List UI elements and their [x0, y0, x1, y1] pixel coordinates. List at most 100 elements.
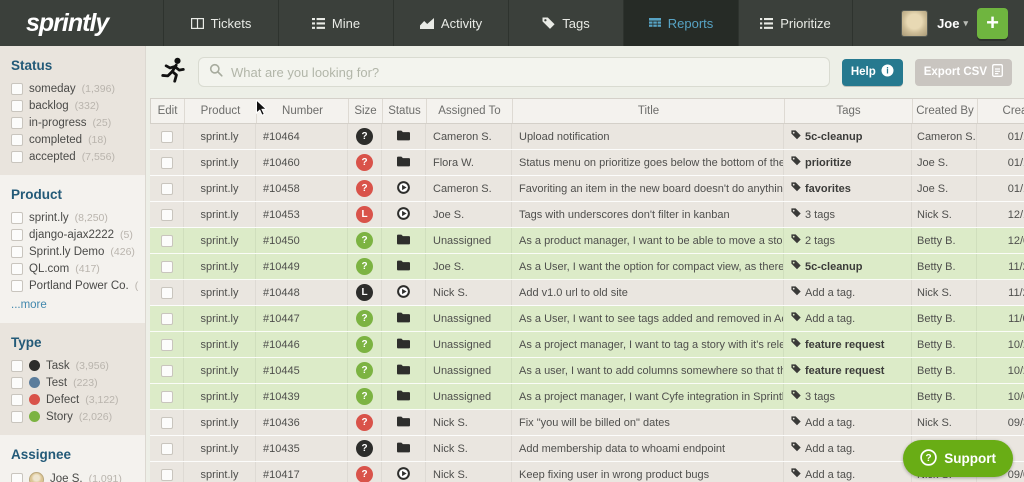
checkbox[interactable] [11, 228, 23, 241]
row-checkbox[interactable] [160, 416, 173, 429]
row-checkbox[interactable] [160, 338, 173, 351]
table-row[interactable]: sprint.ly #10460? Flora W. Status menu on p… [150, 150, 1024, 176]
tab-reports[interactable]: Reports [623, 0, 738, 46]
checkbox[interactable] [11, 410, 23, 423]
status-backlog-folder-icon[interactable] [397, 312, 410, 326]
cell-number[interactable]: #10464 [256, 124, 348, 149]
cell-number[interactable]: #10439 [256, 384, 348, 409]
checkbox[interactable] [11, 99, 23, 112]
status-backlog-folder-icon[interactable] [397, 390, 410, 404]
status-backlog-folder-icon[interactable] [397, 416, 410, 430]
filter-item[interactable]: backlog (332) [11, 97, 139, 114]
cell-title[interactable]: As a User, I want the option for compact… [512, 254, 784, 279]
user-menu[interactable]: Joe ▾ [937, 16, 968, 31]
search-input[interactable] [231, 64, 819, 80]
size-badge[interactable]: ? [356, 180, 373, 197]
column-header[interactable]: Status [383, 99, 427, 123]
cell-title[interactable]: Fix "you will be billed on" dates [512, 410, 784, 435]
column-header[interactable]: Tags [785, 99, 913, 123]
cell-number[interactable]: #10435 [256, 436, 348, 461]
cell-title[interactable]: As a user, I want to add columns somewhe… [512, 358, 784, 383]
size-badge[interactable]: ? [356, 440, 373, 457]
cell-tag[interactable]: 3 tags [805, 391, 835, 403]
add-item-button[interactable]: + [977, 7, 1008, 39]
cell-tag[interactable]: Add a tag. [805, 443, 855, 455]
column-header[interactable]: Number [257, 99, 349, 123]
checkbox[interactable] [11, 359, 23, 372]
cell-title[interactable]: Upload notification [512, 124, 784, 149]
cell-title[interactable]: Status menu on prioritize goes below the… [512, 150, 784, 175]
cell-tag[interactable]: prioritize [805, 157, 851, 169]
checkbox[interactable] [11, 82, 23, 95]
cell-title[interactable]: Add v1.0 url to old site [512, 280, 784, 305]
cell-title[interactable]: As a User, I want to see tags added and … [512, 306, 784, 331]
column-header[interactable]: Created By [913, 99, 978, 123]
status-backlog-folder-icon[interactable] [397, 234, 410, 248]
cell-title[interactable]: As a project manager, I want Cyfe integr… [512, 384, 784, 409]
cell-tag[interactable]: favorites [805, 183, 851, 195]
cell-title[interactable]: As a product manager, I want to be able … [512, 228, 784, 253]
status-backlog-folder-icon[interactable] [397, 338, 410, 352]
tab-prioritize[interactable]: Prioritize [738, 0, 853, 46]
row-checkbox[interactable] [160, 312, 173, 325]
more-link[interactable]: ...more [11, 294, 139, 313]
size-badge[interactable]: ? [356, 258, 373, 275]
table-row[interactable]: sprint.ly #10446? Unassigned As a project m… [150, 332, 1024, 358]
user-avatar[interactable] [901, 9, 929, 37]
cell-title[interactable]: As a project manager, I want to tag a st… [512, 332, 784, 357]
checkbox[interactable] [11, 116, 23, 129]
cell-tag[interactable]: 3 tags [805, 209, 835, 221]
table-row[interactable]: sprint.ly #10458? Cameron S. Favoriting an … [150, 176, 1024, 202]
filter-item[interactable]: accepted (7,556) [11, 148, 139, 165]
table-row[interactable]: sprint.ly #10464? Cameron S. Upload notific… [150, 124, 1024, 150]
cell-tag[interactable]: 2 tags [805, 235, 835, 247]
checkbox[interactable] [11, 245, 23, 258]
filter-item[interactable]: Joe S. (1,091) [11, 469, 139, 482]
row-checkbox[interactable] [160, 260, 173, 273]
cell-title[interactable]: Add membership data to whoami endpoint [512, 436, 784, 461]
status-backlog-folder-icon[interactable] [397, 442, 410, 456]
status-current-play-icon[interactable] [397, 466, 410, 482]
status-current-play-icon[interactable] [397, 206, 410, 223]
cell-tag[interactable]: Add a tag. [805, 287, 855, 299]
row-checkbox[interactable] [160, 286, 173, 299]
size-badge[interactable]: ? [356, 336, 373, 353]
cell-tag[interactable]: 5c-cleanup [805, 131, 862, 143]
size-badge[interactable]: ? [356, 128, 373, 145]
checkbox[interactable] [11, 211, 23, 224]
cell-tag[interactable]: 5c-cleanup [805, 261, 862, 273]
table-row[interactable]: sprint.ly #10450? Unassigned As a product m… [150, 228, 1024, 254]
checkbox[interactable] [11, 473, 23, 482]
checkbox[interactable] [11, 150, 23, 163]
table-row[interactable]: sprint.ly #10439? Unassigned As a project m… [150, 384, 1024, 410]
row-checkbox[interactable] [160, 130, 173, 143]
column-header[interactable]: Assigned To [427, 99, 513, 123]
filter-item[interactable]: completed (18) [11, 131, 139, 148]
table-row[interactable]: sprint.ly #10453 L Joe S. Tags with undersco… [150, 202, 1024, 228]
cell-number[interactable]: #10446 [256, 332, 348, 357]
cell-number[interactable]: #10460 [256, 150, 348, 175]
table-row[interactable]: sprint.ly #10449? Joe S. As a User, I want … [150, 254, 1024, 280]
status-current-play-icon[interactable] [397, 284, 410, 301]
row-checkbox[interactable] [160, 208, 173, 221]
cell-number[interactable]: #10417 [256, 462, 348, 482]
row-checkbox[interactable] [160, 364, 173, 377]
cell-number[interactable]: #10448 [256, 280, 348, 305]
column-header[interactable]: Product [185, 99, 257, 123]
sprintly-logo[interactable]: sprintly [0, 0, 163, 46]
table-row[interactable]: sprint.ly #10448 L Nick S. Add v1.0 url to o… [150, 280, 1024, 306]
row-checkbox[interactable] [160, 442, 173, 455]
column-header[interactable]: Created [978, 99, 1024, 123]
size-badge[interactable]: ? [356, 362, 373, 379]
checkbox[interactable] [11, 376, 23, 389]
filter-item[interactable]: Task (3,956) [11, 357, 139, 374]
cell-tag[interactable]: Add a tag. [805, 469, 855, 481]
table-row[interactable]: sprint.ly #10445? Unassigned As a user, I w… [150, 358, 1024, 384]
size-badge[interactable]: ? [356, 154, 373, 171]
tab-mine[interactable]: Mine [278, 0, 393, 46]
size-badge[interactable]: ? [356, 388, 373, 405]
row-checkbox[interactable] [160, 234, 173, 247]
filter-item[interactable]: in-progress (25) [11, 114, 139, 131]
filter-item[interactable]: Test (223) [11, 374, 139, 391]
cell-title[interactable]: Keep fixing user in wrong product bugs [512, 462, 784, 482]
